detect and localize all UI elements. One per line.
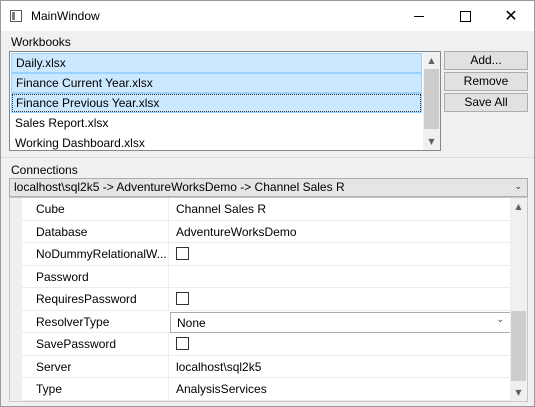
close-button[interactable]: ✕: [488, 1, 534, 31]
connections-label: Connections: [11, 163, 78, 177]
property-row-password[interactable]: Password: [22, 265, 511, 288]
list-item[interactable]: Sales Report.xlsx: [11, 113, 422, 133]
property-name: Password: [36, 269, 89, 284]
scroll-up-arrow-icon[interactable]: ▲: [510, 198, 527, 215]
workbooks-scrollbar[interactable]: ▲ ▼: [423, 52, 440, 150]
chevron-down-icon: ⌄: [514, 182, 522, 192]
maximize-button[interactable]: [442, 1, 488, 31]
add-button[interactable]: Add...: [444, 51, 528, 70]
list-item[interactable]: Daily.xlsx: [11, 53, 422, 73]
property-row-database[interactable]: Database AdventureWorksDemo: [22, 220, 511, 243]
remove-button[interactable]: Remove: [444, 72, 528, 91]
list-item[interactable]: Working Dashboard.xlsx: [11, 133, 422, 150]
list-item[interactable]: Finance Current Year.xlsx: [11, 73, 422, 93]
column-separator: [168, 355, 169, 377]
close-icon: ✕: [504, 6, 518, 25]
property-name: RequiresPassword: [36, 292, 137, 306]
maximize-icon: [459, 10, 471, 22]
section-divider: [1, 157, 534, 158]
property-name: SavePassword: [36, 337, 117, 351]
scrollbar-thumb[interactable]: [511, 311, 526, 381]
save-all-button[interactable]: Save All: [444, 93, 528, 112]
property-grid-gutter: [10, 198, 22, 401]
window-content: Workbooks Daily.xlsx Finance Current Yea…: [1, 31, 534, 406]
property-name: Type: [36, 382, 63, 396]
workbooks-list[interactable]: Daily.xlsx Finance Current Year.xlsx Fin…: [9, 51, 441, 151]
property-row-requirespassword[interactable]: RequiresPassword: [22, 288, 511, 311]
scroll-down-arrow-icon[interactable]: ▼: [423, 133, 440, 150]
property-name: Database: [36, 224, 88, 239]
property-name: NoDummyRelationalW...: [36, 247, 167, 261]
window-title: MainWindow: [31, 9, 100, 23]
property-name: ResolverType: [36, 314, 110, 329]
resolver-type-value: None: [177, 315, 206, 330]
column-separator: [168, 288, 169, 310]
property-row-type[interactable]: Type AnalysisServices: [22, 378, 511, 401]
main-window: MainWindow ✕ Workbooks Daily.xlsx Financ…: [0, 0, 535, 407]
property-value[interactable]: AdventureWorksDemo: [176, 225, 297, 239]
nodummy-checkbox[interactable]: [176, 247, 189, 260]
property-name: Server: [36, 359, 72, 374]
property-row-savepassword[interactable]: SavePassword: [22, 333, 511, 356]
property-row-resolvertype[interactable]: ResolverType None ⌄: [22, 311, 511, 333]
title-bar[interactable]: MainWindow ✕: [1, 1, 534, 31]
minimize-icon: [414, 15, 424, 17]
column-separator: [168, 243, 169, 265]
property-row-nodummyrelational[interactable]: NoDummyRelationalW...: [22, 243, 511, 266]
column-separator: [168, 378, 169, 400]
column-separator: [168, 265, 169, 287]
scroll-up-arrow-icon[interactable]: ▲: [423, 52, 440, 69]
property-row-cube[interactable]: Cube Channel Sales R: [22, 198, 511, 221]
property-grid[interactable]: Cube Channel Sales R Database AdventureW…: [9, 197, 528, 402]
resolver-type-select[interactable]: None ⌄: [170, 311, 511, 333]
connection-select-value: localhost\sql2k5 -> AdventureWorksDemo -…: [14, 180, 345, 194]
requires-password-checkbox[interactable]: [176, 292, 189, 305]
column-separator: [168, 220, 169, 242]
property-value[interactable]: AnalysisServices: [176, 382, 267, 396]
chevron-down-icon: ⌄: [496, 314, 504, 325]
property-name: Cube: [36, 202, 65, 216]
column-separator: [168, 198, 169, 220]
scroll-down-arrow-icon[interactable]: ▼: [510, 384, 527, 401]
save-password-checkbox[interactable]: [176, 337, 189, 350]
property-value[interactable]: Channel Sales R: [176, 202, 266, 216]
property-grid-scrollbar[interactable]: ▲ ▼: [510, 198, 527, 401]
workbooks-label: Workbooks: [11, 35, 71, 49]
list-item[interactable]: Finance Previous Year.xlsx: [11, 93, 422, 113]
minimize-button[interactable]: [396, 1, 442, 31]
column-separator: [168, 333, 169, 355]
property-value[interactable]: localhost\sql2k5: [176, 360, 261, 374]
connection-select[interactable]: localhost\sql2k5 -> AdventureWorksDemo -…: [9, 178, 528, 197]
property-row-server[interactable]: Server localhost\sql2k5: [22, 355, 511, 378]
scrollbar-thumb[interactable]: [424, 69, 439, 129]
window-app-icon: [10, 10, 22, 22]
